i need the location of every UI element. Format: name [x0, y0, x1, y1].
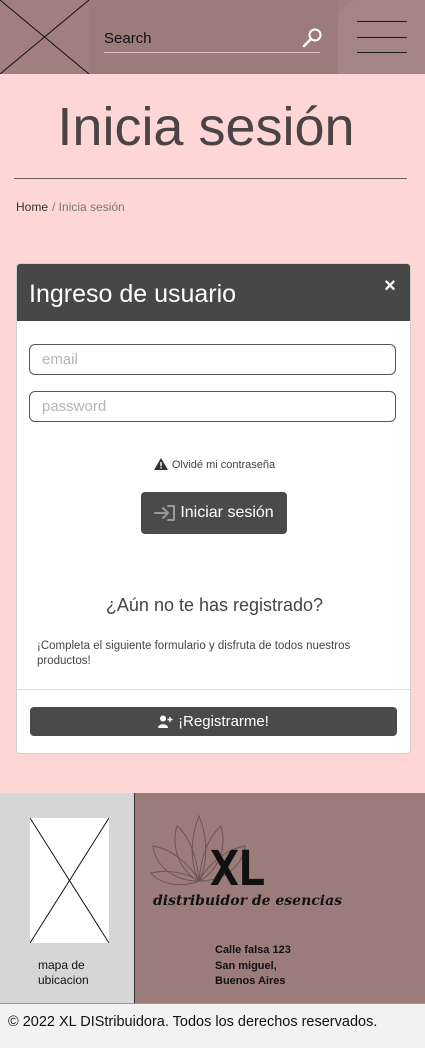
register-button-label: ¡Registrarme! [178, 713, 269, 730]
breadcrumb-current: / Inicia sesión [52, 200, 125, 214]
warning-icon [153, 458, 168, 473]
register-text: ¡Completa el siguiente formulario y disf… [37, 640, 351, 667]
login-button[interactable]: Iniciar sesión [141, 492, 287, 534]
search-input[interactable]: Search [104, 30, 152, 47]
sign-in-icon [154, 505, 176, 521]
map-label: mapa de ubicacion [38, 958, 89, 987]
page-title: Inicia sesión [57, 97, 355, 157]
copyright-bar: © 2022 XL DIStribuidora. Todos los derec… [0, 1003, 425, 1048]
title-divider [14, 178, 407, 179]
address-line: Calle falsa 123 [215, 944, 291, 956]
breadcrumb: Home / Inicia sesión [16, 200, 125, 214]
search-bar[interactable]: Search [89, 0, 338, 74]
forgot-password-link[interactable]: Olvidé mi contraseña [17, 458, 410, 473]
card-divider [17, 689, 410, 690]
login-card-title: Ingreso de usuario [29, 280, 237, 308]
address-line: San miguel, [215, 959, 277, 972]
register-button[interactable]: ¡Registrarme! [30, 707, 397, 736]
login-card-header: Ingreso de usuario × [17, 264, 410, 321]
footer-brand-section: XL distribuidor de esencias Calle falsa … [134, 793, 425, 1003]
footer-map-section: mapa de ubicacion [0, 793, 134, 1003]
logo-placeholder-icon[interactable] [0, 0, 89, 74]
password-field[interactable] [29, 391, 396, 422]
top-header: Search [0, 0, 425, 74]
copyright-text: © 2022 XL DIStribuidora. Todos los derec… [8, 1014, 378, 1030]
breadcrumb-home-link[interactable]: Home [16, 200, 48, 214]
login-button-label: Iniciar sesión [180, 504, 274, 521]
menu-line [357, 37, 407, 38]
menu-line [357, 21, 407, 22]
brand-tagline: distribuidor de esencias [153, 893, 343, 909]
register-heading: ¿Aún no te has registrado? [105, 595, 324, 615]
forgot-password-label: Olvidé mi contraseña [171, 459, 276, 471]
address: Calle falsa 123 San miguel, Buenos Aires [215, 943, 291, 990]
search-underline [104, 52, 320, 53]
login-card: Ingreso de usuario × Olvidé mi contraseñ… [16, 263, 411, 754]
search-icon[interactable] [301, 27, 323, 49]
hamburger-menu-icon[interactable] [338, 0, 425, 74]
brand-name: XL [210, 841, 266, 897]
menu-line [357, 52, 407, 53]
close-icon[interactable]: × [381, 276, 399, 296]
email-field[interactable] [29, 344, 396, 375]
add-user-icon [158, 715, 173, 728]
map-placeholder-icon[interactable] [29, 817, 110, 944]
address-line: Buenos Aires [215, 975, 286, 987]
